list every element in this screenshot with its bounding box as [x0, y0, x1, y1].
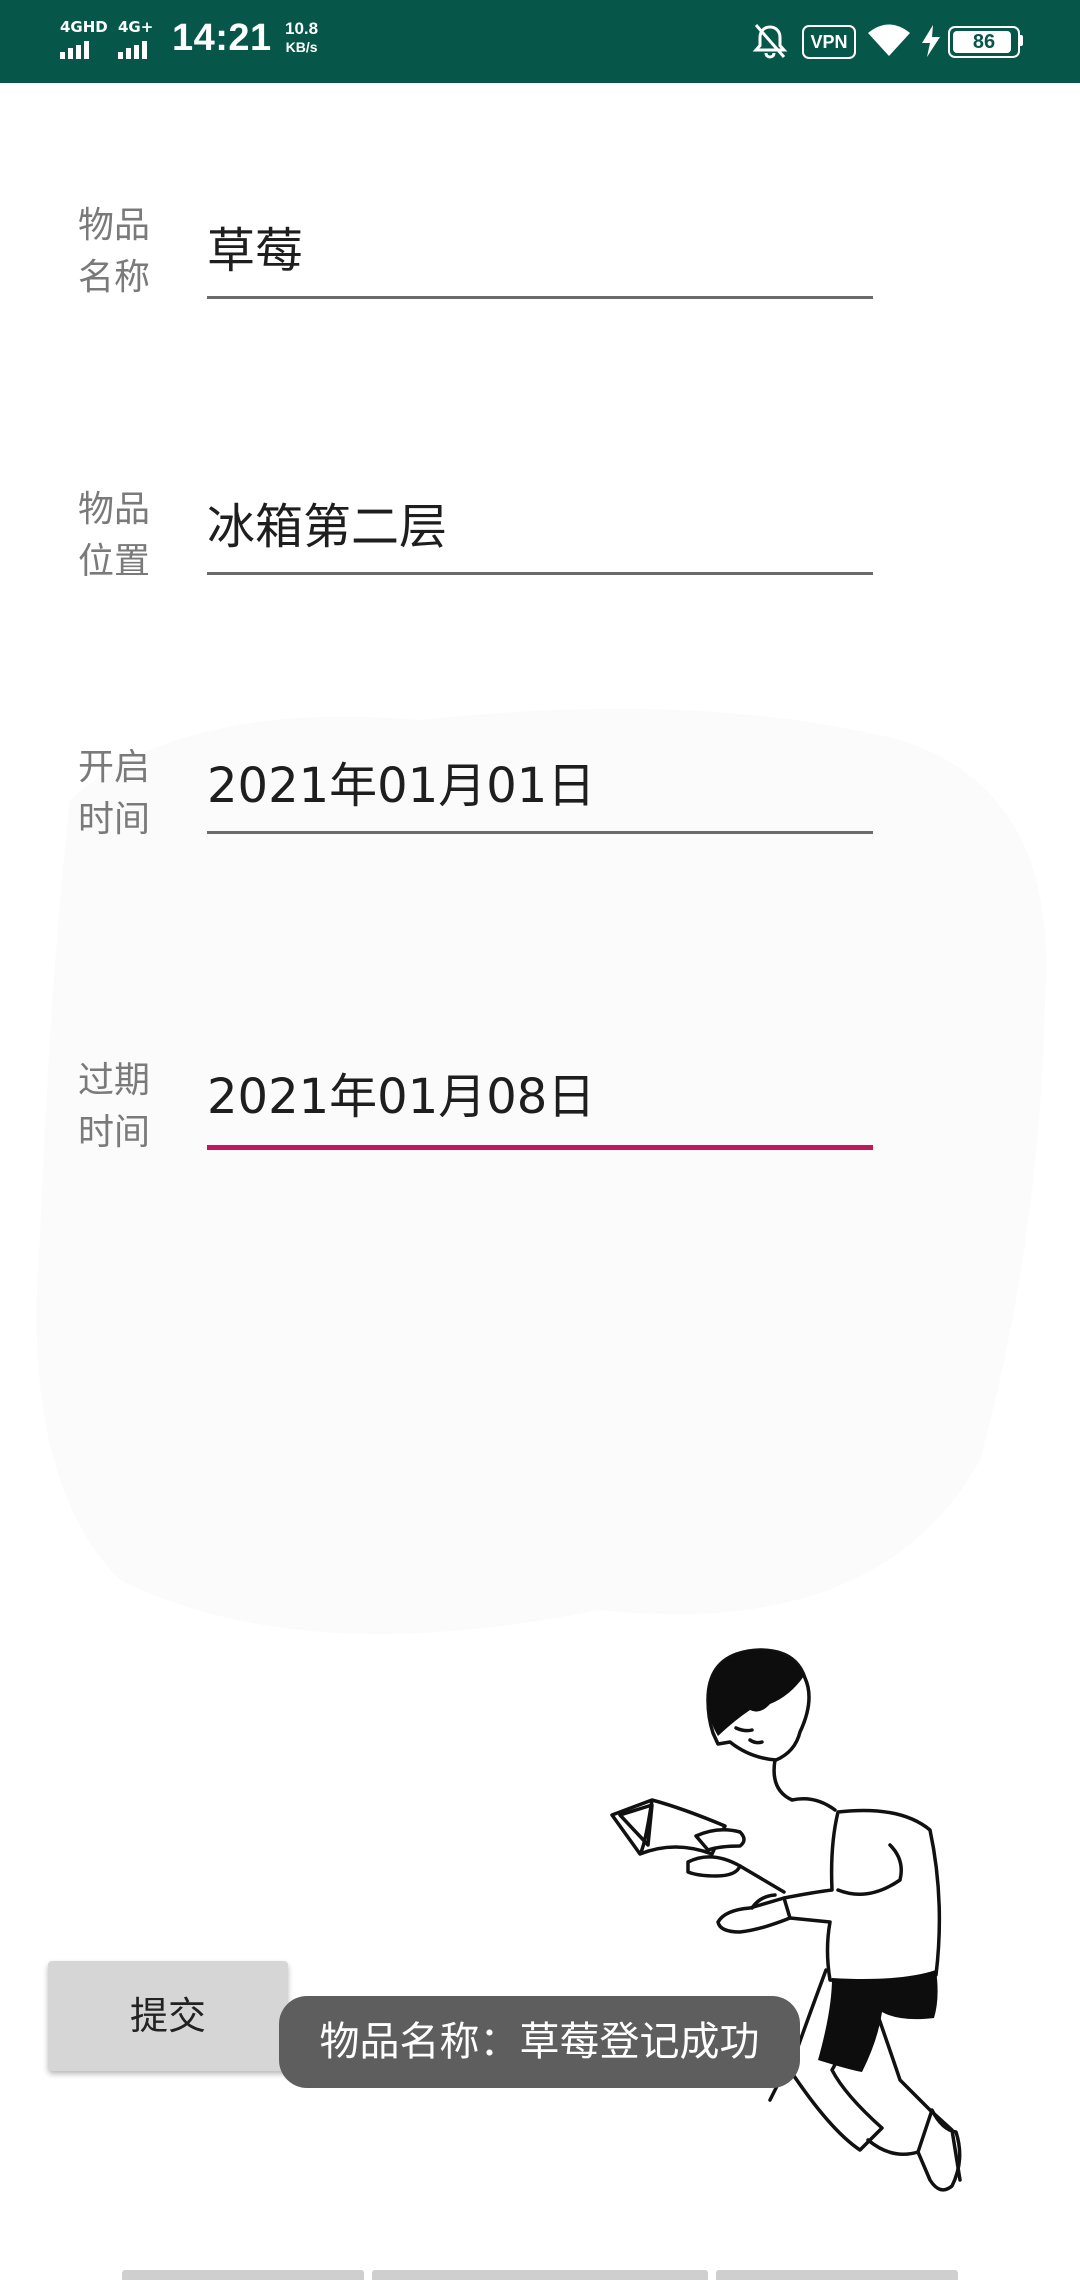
reading-boy-illustration: [610, 1648, 962, 2192]
network-speed: 10.8 KB/s: [285, 20, 318, 56]
signal-1-bars-icon: [60, 40, 92, 59]
open-date-input[interactable]: 2021年01月01日: [207, 756, 873, 816]
item-name-label: 物品 名称: [78, 200, 168, 304]
open-date-label-line1: 开启: [78, 747, 151, 788]
expiry-date-label-line2: 时间: [78, 1112, 151, 1153]
vpn-badge: VPN: [802, 25, 856, 59]
signal-1-label: 4GHD: [60, 18, 108, 36]
expiry-date-label: 过期 时间: [78, 1055, 168, 1159]
open-date-underline: [207, 831, 873, 834]
success-toast: 物品名称：草莓登记成功: [279, 1996, 800, 2088]
item-name-label-line1: 物品: [78, 205, 151, 246]
mute-bell-icon: [752, 22, 788, 64]
status-time: 14:21: [172, 17, 272, 59]
bottom-bar-right: [716, 2270, 958, 2280]
item-name-label-line2: 名称: [78, 257, 151, 298]
item-location-underline: [207, 572, 873, 575]
item-name-input[interactable]: 草莓: [207, 221, 873, 281]
item-location-label-line1: 物品: [78, 489, 151, 530]
bottom-bar-left: [122, 2270, 364, 2280]
battery-tip: [1019, 35, 1023, 46]
battery-level: 86: [972, 31, 996, 53]
expiry-date-underline-focused: [207, 1145, 873, 1150]
signal-2-bars-icon: [118, 40, 150, 59]
submit-button[interactable]: 提交: [48, 1961, 288, 2071]
open-date-label-line2: 时间: [78, 799, 151, 840]
item-name-underline: [207, 296, 873, 299]
status-bar: 4GHD 4G+ 14:21 10.8 KB/s VPN 86: [0, 0, 1080, 83]
bottom-bar-middle: [372, 2270, 708, 2280]
signal-2-label: 4G+: [118, 18, 154, 36]
item-location-input[interactable]: 冰箱第二层: [207, 497, 873, 557]
expiry-date-label-line1: 过期: [78, 1060, 151, 1101]
open-date-label: 开启 时间: [78, 742, 168, 846]
item-location-label: 物品 位置: [78, 484, 168, 588]
charging-bolt-icon: [920, 24, 942, 62]
wifi-icon: [866, 22, 912, 62]
item-location-label-line2: 位置: [78, 541, 151, 582]
app-screen: 4GHD 4G+ 14:21 10.8 KB/s VPN 86 物品 名称 草莓…: [0, 0, 1080, 2280]
expiry-date-input[interactable]: 2021年01月08日: [207, 1067, 873, 1127]
network-speed-value: 10.8: [285, 19, 319, 38]
battery-icon: 86: [948, 26, 1020, 58]
network-speed-unit: KB/s: [285, 39, 318, 55]
